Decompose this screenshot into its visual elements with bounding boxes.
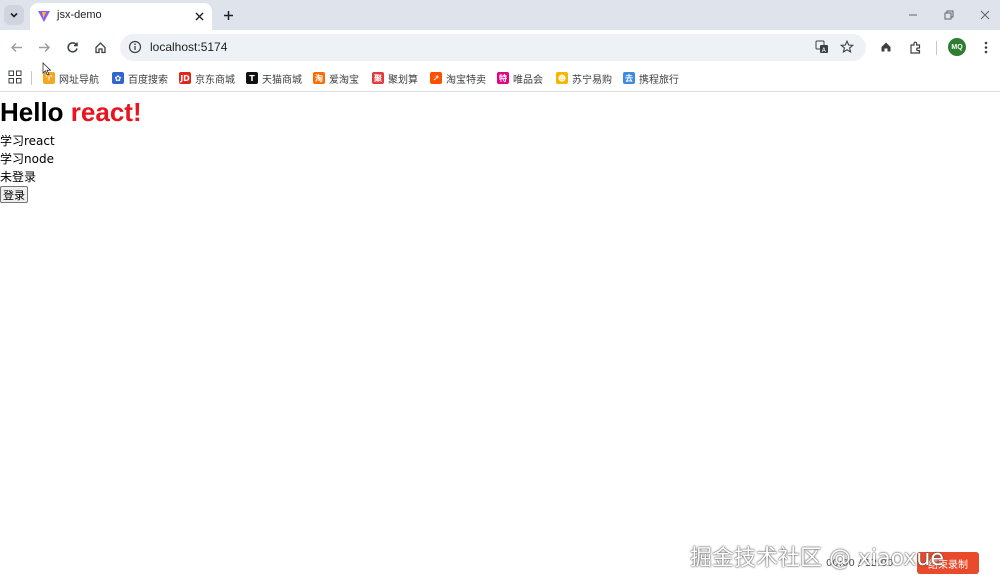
minimize-icon	[909, 14, 917, 16]
page-heading: Hello react!	[0, 97, 142, 128]
tab-jsx-demo[interactable]: jsx-demo	[30, 3, 212, 30]
heading-prefix: Hello	[0, 97, 71, 127]
baidu-paw-icon: ✿	[112, 72, 124, 84]
bookmark-label: 天猫商城	[262, 74, 302, 86]
reload-button[interactable]	[63, 38, 81, 56]
bookmark-label: 苏宁易购	[572, 74, 612, 86]
tab-close-button[interactable]	[192, 9, 206, 23]
close-icon	[195, 12, 203, 20]
aitaobao-icon: 淘	[313, 72, 325, 84]
bookmarks-bar: ♈ 网址导航 ✿ 百度搜索 JD 京东商城 T 天猫商城淘爱淘宝聚聚划算 ↗ 淘宝特卖特唯品会 ☻ 苏…	[0, 64, 1000, 92]
close-window-button[interactable]	[976, 6, 994, 24]
mouse-cursor-icon	[42, 62, 52, 76]
bookmark-item[interactable]: 聚聚划算	[372, 70, 418, 86]
bookmark-label: 携程旅行	[639, 74, 679, 86]
info-icon[interactable]	[128, 40, 142, 54]
restore-icon	[944, 10, 954, 20]
login-button[interactable]: 登录	[0, 186, 28, 203]
browser-toolbar: localhost:5174 A MQ	[0, 30, 1000, 64]
vip-icon: 特	[497, 72, 509, 84]
toolbar-divider	[936, 41, 937, 55]
translate-button[interactable]: A	[814, 39, 830, 55]
bookmark-item[interactable]: 淘爱淘宝	[313, 70, 359, 86]
home-icon	[94, 41, 106, 53]
bookmark-label: 网址导航	[59, 74, 99, 86]
bookmark-item[interactable]: ✿ 百度搜索	[112, 70, 168, 86]
jd-icon: JD	[179, 72, 191, 84]
close-icon	[980, 10, 990, 20]
arrow-left-icon	[10, 42, 22, 52]
list-item: 学习node	[0, 152, 54, 166]
home-extension-button[interactable]	[877, 38, 895, 56]
heading-accent: react!	[70, 97, 142, 127]
reload-icon	[66, 41, 78, 53]
bookmark-label: 爱淘宝	[329, 74, 359, 86]
forward-button[interactable]	[35, 38, 53, 56]
tab-title: jsx-demo	[57, 9, 102, 21]
bookmark-item[interactable]: T 天猫商城	[246, 70, 302, 86]
home-icon	[881, 42, 891, 52]
address-bar[interactable]: localhost:5174 A	[120, 34, 866, 61]
tab-search-button[interactable]	[4, 5, 24, 25]
watermark: 掘金技术社区 @ xiaoxue	[690, 546, 944, 571]
url-text: localhost:5174	[150, 40, 228, 54]
bookmark-label: 京东商城	[195, 74, 235, 86]
profile-avatar[interactable]: MQ	[948, 38, 966, 56]
chevron-down-icon	[10, 12, 18, 18]
bookmarks-divider	[31, 71, 32, 85]
translate-icon: A	[815, 40, 828, 54]
home-button[interactable]	[91, 38, 109, 56]
login-status: 未登录	[0, 170, 37, 184]
tab-strip: jsx-demo	[0, 0, 1000, 30]
back-button[interactable]	[7, 38, 25, 56]
bookmark-item[interactable]: JD 京东商城	[179, 70, 235, 86]
bookmark-item[interactable]: ↗ 淘宝特卖	[430, 70, 486, 86]
kebab-menu-icon	[984, 41, 988, 53]
bookmark-star-button[interactable]	[839, 39, 855, 55]
new-tab-button[interactable]	[219, 6, 237, 24]
vite-logo-icon	[38, 11, 50, 22]
bookmark-label: 唯品会	[513, 74, 543, 86]
extensions-button[interactable]	[906, 38, 924, 56]
puzzle-icon	[909, 41, 920, 54]
restore-button[interactable]	[940, 6, 958, 24]
list-item: 学习react	[0, 134, 55, 148]
ctrip-icon: 去	[623, 72, 635, 84]
suning-icon: ☻	[556, 72, 568, 84]
bookmark-label: 百度搜索	[128, 74, 168, 86]
minimize-button[interactable]	[904, 6, 922, 24]
taobao-sale-icon: ↗	[430, 72, 442, 84]
bookmark-label: 淘宝特卖	[446, 74, 486, 86]
bookmark-item[interactable]: 去携程旅行	[623, 70, 679, 86]
apps-grid-icon[interactable]	[8, 70, 22, 84]
arrow-right-icon	[38, 42, 50, 52]
juhuasuan-icon: 聚	[372, 72, 384, 84]
bookmark-label: 聚划算	[388, 74, 418, 86]
bookmark-item[interactable]: ☻ 苏宁易购	[556, 70, 612, 86]
plus-icon	[223, 10, 233, 20]
bookmark-item[interactable]: 特唯品会	[497, 70, 543, 86]
star-icon	[840, 40, 854, 54]
menu-button[interactable]	[977, 38, 995, 56]
tmall-icon: T	[246, 72, 258, 84]
page-content: Hello react! 学习react 学习node 未登录 登录	[0, 93, 1000, 588]
